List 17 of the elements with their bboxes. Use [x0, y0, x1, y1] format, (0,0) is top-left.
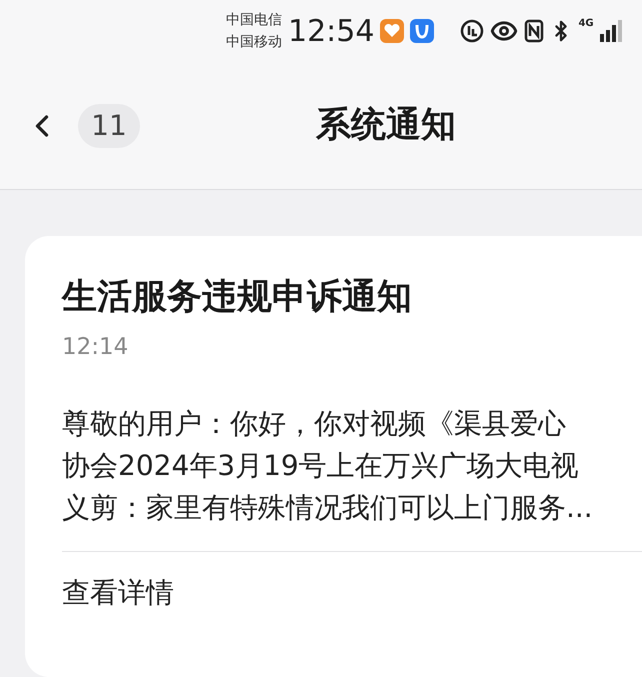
carrier-label: 中国电信: [226, 11, 282, 30]
view-details-link[interactable]: 查看详情: [62, 572, 174, 614]
notification-body-line: 协会2024年3月19号上在万兴广场大电视: [62, 448, 580, 484]
nfc-icon: [524, 19, 544, 43]
carrier-label: 中国移动: [226, 33, 282, 52]
clock-time: 12:54: [288, 12, 374, 50]
notification-body-line: 义剪：家里有特殊情况我们可以上门服务...: [62, 490, 594, 526]
notification-time: 12:14: [62, 333, 130, 362]
network-label: 4G: [578, 17, 594, 31]
unread-count-badge: 11: [78, 104, 140, 148]
app-icon: [410, 19, 434, 43]
notification-title: 生活服务违规申诉通知: [62, 276, 413, 319]
notification-body-line: 尊敬的用户：你好，你对视频《渠县爱心: [62, 406, 567, 442]
data-saver-icon: [460, 19, 484, 43]
heart-app-icon: [380, 19, 404, 43]
signal-icon: [600, 20, 622, 42]
page-title: 系统通知: [316, 104, 456, 148]
